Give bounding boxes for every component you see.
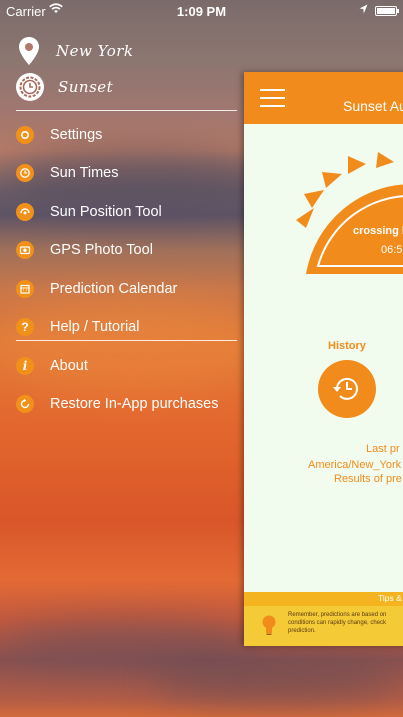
tip-box: Remember, predictions are based on condi… bbox=[244, 606, 403, 646]
clock-icon bbox=[16, 73, 44, 101]
help-icon: ? bbox=[16, 318, 34, 336]
clock-time: 1:09 PM bbox=[176, 4, 227, 19]
tips-bar[interactable]: Tips & bbox=[244, 592, 403, 606]
sun-position-icon bbox=[16, 203, 34, 221]
light-bulb-icon bbox=[262, 615, 276, 635]
photo-icon bbox=[16, 241, 34, 259]
divider bbox=[16, 340, 237, 341]
sunset-sun-icon bbox=[296, 152, 403, 274]
divider bbox=[16, 110, 237, 111]
menu-label: Prediction Calendar bbox=[50, 281, 178, 297]
menu-item-gps-photo-tool[interactable]: GPS Photo Tool bbox=[16, 235, 236, 265]
last-prediction-label: Last pr bbox=[366, 443, 400, 455]
last-prediction-timezone: America/New_York bbox=[308, 459, 402, 471]
tip-line: prediction. bbox=[288, 628, 316, 634]
menu-label: About bbox=[50, 358, 88, 374]
restore-icon bbox=[16, 395, 34, 413]
menu-item-help-tutorial[interactable]: ? Help / Tutorial bbox=[16, 312, 236, 342]
menu-label: GPS Photo Tool bbox=[50, 242, 153, 258]
menu-label: Restore In-App purchases bbox=[50, 396, 219, 412]
history-button[interactable] bbox=[318, 360, 376, 418]
app-title: Sunset Au bbox=[343, 98, 403, 114]
mode-name: Sunset bbox=[58, 78, 114, 96]
tip-text: Remember, predictions are based on condi… bbox=[288, 611, 403, 635]
location-name: New York bbox=[56, 42, 134, 60]
menu-item-about[interactable]: i About bbox=[16, 351, 236, 381]
tip-line: Remember, predictions are based on bbox=[288, 612, 387, 618]
menu-item-prediction-calendar[interactable]: Prediction Calendar bbox=[16, 274, 236, 304]
app-navbar: Sunset Au bbox=[244, 72, 403, 124]
menu-item-sun-position-tool[interactable]: Sun Position Tool bbox=[16, 197, 236, 227]
status-bar: Carrier 1:09 PM bbox=[0, 0, 403, 22]
history-label: History bbox=[328, 340, 366, 352]
location-row[interactable]: New York bbox=[16, 36, 134, 66]
horizon-crossing-label: crossing h bbox=[353, 225, 403, 237]
menu-label: Help / Tutorial bbox=[50, 319, 140, 335]
menu-item-sun-times[interactable]: Sun Times bbox=[16, 158, 236, 188]
last-prediction-results: Results of pre bbox=[334, 473, 402, 485]
tips-label: Tips & bbox=[378, 593, 402, 603]
menu-label: Sun Position Tool bbox=[50, 204, 162, 220]
app-screen-panel[interactable]: Sunset Au crossing h 06:5 History Last p… bbox=[244, 72, 403, 646]
info-icon: i bbox=[16, 357, 34, 375]
map-pin-icon bbox=[16, 36, 42, 66]
menu-label: Sun Times bbox=[50, 165, 119, 181]
calendar-icon bbox=[16, 280, 34, 298]
menu-item-restore-purchases[interactable]: Restore In-App purchases bbox=[16, 389, 236, 419]
battery-icon bbox=[375, 6, 399, 16]
history-clock-icon bbox=[333, 377, 358, 400]
cloud-shape bbox=[150, 660, 400, 700]
menu-label: Settings bbox=[50, 127, 103, 143]
gear-icon bbox=[16, 126, 34, 144]
location-arrow-icon bbox=[359, 4, 368, 17]
tip-line: conditions can rapidly change, check bbox=[288, 620, 387, 626]
crossing-time: 06:5 bbox=[381, 244, 403, 256]
hamburger-menu-icon[interactable] bbox=[260, 89, 285, 113]
clock-icon bbox=[16, 164, 34, 182]
menu-item-settings[interactable]: Settings bbox=[16, 120, 236, 150]
mode-row[interactable]: Sunset bbox=[16, 73, 113, 101]
